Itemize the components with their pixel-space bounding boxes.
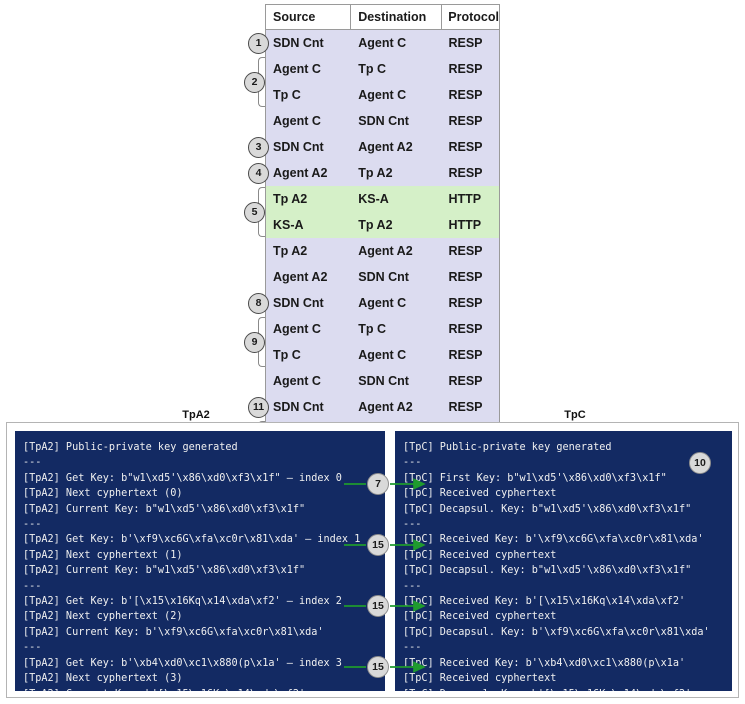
cell-destination: SDN Cnt bbox=[358, 270, 409, 284]
cell-destination: Tp A2 bbox=[358, 166, 393, 180]
cell-source: Agent C bbox=[273, 374, 321, 388]
cell-protocol: RESP bbox=[448, 62, 483, 76]
table-row[interactable]: Agent C Tp C RESP bbox=[266, 56, 499, 82]
cell-protocol: RESP bbox=[448, 270, 483, 284]
cell-source: Agent A2 bbox=[273, 166, 328, 180]
cell-protocol: RESP bbox=[448, 296, 483, 310]
column-header-protocol: Protocol bbox=[448, 9, 499, 24]
cell-destination: SDN Cnt bbox=[358, 114, 409, 128]
cell-protocol: RESP bbox=[448, 36, 483, 50]
cell-destination: Agent A2 bbox=[358, 244, 413, 258]
table-row[interactable]: Tp A2 Agent A2 RESP bbox=[266, 238, 499, 264]
cell-destination: SDN Cnt bbox=[358, 374, 409, 388]
cell-source: Tp A2 bbox=[273, 244, 308, 258]
table-row[interactable]: Agent C SDN Cnt RESP bbox=[266, 368, 499, 394]
table-row[interactable]: Agent A2 SDN Cnt RESP bbox=[266, 264, 499, 290]
cell-protocol: RESP bbox=[448, 114, 483, 128]
table-row[interactable]: SDN Cnt Agent A2 RESP bbox=[266, 134, 499, 160]
cell-protocol: RESP bbox=[448, 166, 483, 180]
table-row[interactable]: Agent C Tp C RESP bbox=[266, 316, 499, 342]
cell-source: KS-A bbox=[273, 218, 304, 232]
cell-destination: Agent C bbox=[358, 348, 407, 362]
table-row[interactable]: Tp C Agent C RESP bbox=[266, 82, 499, 108]
cell-source: Tp A2 bbox=[273, 192, 308, 206]
step-marker: 4 bbox=[248, 162, 269, 184]
step-marker: 11 bbox=[248, 396, 269, 418]
cell-protocol: RESP bbox=[448, 322, 483, 336]
terminal-tpc-log: [TpC] Public-private key generated --- [… bbox=[403, 442, 710, 691]
terminal-title-tpa2: TpA2 bbox=[182, 409, 210, 421]
step-marker: 9 bbox=[244, 331, 265, 353]
cell-destination: Tp C bbox=[358, 322, 387, 336]
step-marker: 3 bbox=[248, 136, 269, 158]
cell-source: SDN Cnt bbox=[273, 296, 324, 310]
cell-destination: Agent C bbox=[358, 296, 407, 310]
cell-protocol: RESP bbox=[448, 244, 483, 258]
column-header-destination: Destination bbox=[351, 4, 443, 30]
cell-source: Agent C bbox=[273, 62, 321, 76]
cell-protocol: RESP bbox=[448, 140, 483, 154]
cell-protocol: HTTP bbox=[448, 218, 482, 232]
cell-source: Agent C bbox=[273, 322, 321, 336]
table-row[interactable]: Agent C SDN Cnt RESP bbox=[266, 108, 499, 134]
cell-protocol: HTTP bbox=[448, 192, 482, 206]
table-row[interactable]: Agent A2 Tp A2 RESP bbox=[266, 160, 499, 186]
cell-source: Agent C bbox=[273, 114, 321, 128]
table-row[interactable]: Tp C Agent C RESP bbox=[266, 342, 499, 368]
step-marker: 2 bbox=[244, 71, 265, 93]
cell-source: Tp C bbox=[273, 348, 301, 362]
table-row[interactable]: SDN Cnt Agent C RESP bbox=[266, 290, 499, 316]
cell-source: SDN Cnt bbox=[273, 140, 324, 154]
cell-protocol: RESP bbox=[448, 400, 483, 414]
step-marker: 1 bbox=[248, 32, 269, 54]
table-row[interactable]: Tp A2 KS-A HTTP bbox=[266, 186, 499, 212]
terminal-title-tpc: TpC bbox=[564, 409, 586, 421]
table-header-row: Source Destination Protocol bbox=[266, 4, 499, 30]
cell-destination: Agent A2 bbox=[358, 400, 413, 414]
step-marker: 5 bbox=[244, 201, 265, 223]
step-marker: 8 bbox=[248, 292, 269, 314]
cell-protocol: RESP bbox=[448, 374, 483, 388]
table-row[interactable]: KS-A Tp A2 HTTP bbox=[266, 212, 499, 238]
cell-source: Tp C bbox=[273, 88, 301, 102]
terminal-area: [TpA2] Public-private key generated --- … bbox=[6, 422, 739, 698]
cell-destination: KS-A bbox=[358, 192, 389, 206]
cell-destination: Agent A2 bbox=[358, 140, 413, 154]
cell-source: SDN Cnt bbox=[273, 36, 324, 50]
cell-source: Agent A2 bbox=[273, 270, 328, 284]
cell-protocol: RESP bbox=[448, 88, 483, 102]
cell-destination: Agent C bbox=[358, 36, 407, 50]
cell-destination: Tp A2 bbox=[358, 218, 393, 232]
terminal-tpc[interactable]: [TpC] Public-private key generated --- [… bbox=[395, 431, 732, 691]
cell-protocol: RESP bbox=[448, 348, 483, 362]
table-row[interactable]: SDN Cnt Agent A2 RESP bbox=[266, 394, 499, 420]
terminal-tpa2[interactable]: [TpA2] Public-private key generated --- … bbox=[15, 431, 385, 691]
cell-destination: Agent C bbox=[358, 88, 407, 102]
table-row[interactable]: SDN Cnt Agent C RESP bbox=[266, 30, 499, 56]
cell-destination: Tp C bbox=[358, 62, 387, 76]
cell-source: SDN Cnt bbox=[273, 400, 324, 414]
column-header-source: Source bbox=[266, 4, 352, 30]
terminal-tpa2-log: [TpA2] Public-private key generated --- … bbox=[23, 442, 361, 691]
